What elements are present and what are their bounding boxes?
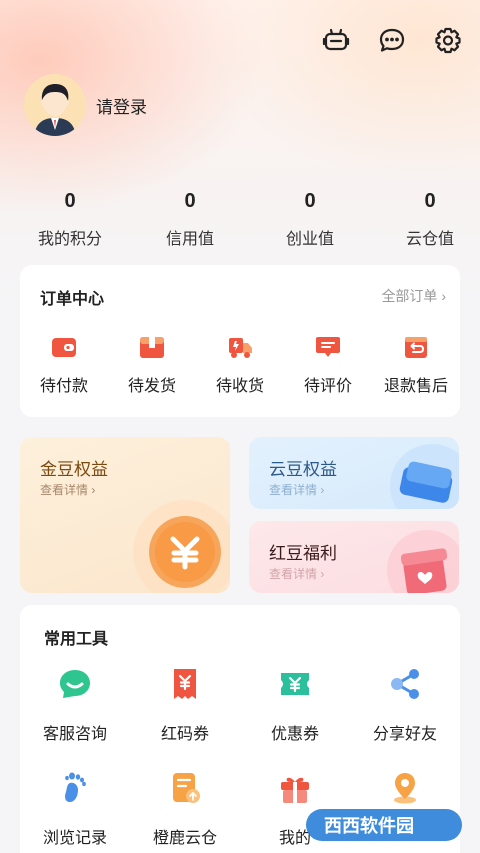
tool-browse-history[interactable]: 浏览记录 [20,771,130,853]
customer-service-icon [60,670,90,698]
order-item-label: 待付款 [39,378,88,395]
tool-label: 客服咨询 [42,726,107,743]
cloud-warehouse-icon [173,773,200,803]
detail-label: 查看详情 [269,483,318,497]
order-center-card: 订单中心 全部订单 › 待付款 待发货 待收货 待评价 退款售后 [20,265,460,417]
gold-bean-detail-link[interactable]: 查看详情 › [40,481,95,498]
tool-red-coupon[interactable]: 红码券 [130,667,240,771]
tool-label: 优惠券 [270,726,319,743]
gold-coin-icon [133,500,230,593]
order-item-label: 待评价 [303,378,352,395]
footprint-icon [65,772,86,802]
stat-value: 0 [64,190,76,212]
stat-label: 信用值 [165,231,214,248]
order-pending-payment[interactable]: 待付款 [20,335,108,396]
stat-label: 我的积分 [37,231,102,248]
cloud-bean-title: 云豆权益 [269,460,337,479]
share-icon [391,669,419,699]
order-refund[interactable]: 退款售后 [372,335,460,396]
stat-value: 0 [424,190,436,212]
chevron-right-icon: › [441,288,446,304]
tool-label: 红码券 [160,726,209,743]
stat-label: 创业值 [285,231,334,248]
red-coupon-icon [174,669,196,699]
stat-startup[interactable]: 0 创业值 [260,190,360,249]
order-pending-receipt[interactable]: 待收货 [196,335,284,396]
stats-row: 0 我的积分 0 信用值 0 创业值 0 云仓值 [0,190,480,249]
profile-section[interactable]: 请登录 [24,74,147,136]
order-center-title: 订单中心 [40,291,105,308]
tool-label: 分享好友 [372,726,437,743]
stat-credit[interactable]: 0 信用值 [140,190,240,249]
wallet-card-icon [390,444,459,509]
red-bean-detail-link[interactable]: 查看详情 › [269,565,324,582]
tool-customer-service[interactable]: 客服咨询 [20,667,130,771]
gift-box-icon [387,530,459,593]
order-item-label: 待发货 [127,378,176,395]
common-tools-title: 常用工具 [44,631,109,648]
package-icon [140,337,164,358]
refund-icon [405,337,427,358]
stat-value: 0 [184,190,196,212]
stat-cloud-warehouse[interactable]: 0 云仓值 [380,190,480,249]
watermark: 西西软件园 [304,805,464,845]
comment-icon [316,337,340,357]
stat-label: 云仓值 [405,231,454,248]
watermark-text: 西西软件园 [324,815,414,836]
gold-bean-title: 金豆权益 [40,460,108,479]
tool-label: 橙鹿云仓 [152,830,217,847]
order-pending-review[interactable]: 待评价 [284,335,372,396]
stat-points[interactable]: 0 我的积分 [20,190,120,249]
truck-icon [229,338,252,358]
location-icon [394,773,416,804]
login-link[interactable]: 请登录 [96,93,147,118]
all-orders-label: 全部订单 [381,288,438,304]
tool-label: 浏览记录 [42,830,107,847]
red-bean-card[interactable]: 红豆福利 查看详情 › [249,521,459,593]
chevron-right-icon: › [317,483,325,497]
detail-label: 查看详情 [269,567,318,581]
top-toolbar [320,24,464,56]
settings-icon[interactable] [432,24,464,56]
watermark-logo: 西西软件园 [306,809,462,841]
avatar[interactable] [24,74,86,136]
cloud-bean-card[interactable]: 云豆权益 查看详情 › [249,437,459,509]
gold-bean-card[interactable]: 金豆权益 查看详情 › [20,437,230,593]
all-orders-link[interactable]: 全部订单 › [381,286,446,306]
order-item-label: 待收货 [215,378,264,395]
chevron-right-icon: › [317,567,325,581]
red-bean-title: 红豆福利 [269,544,337,563]
tool-coupon[interactable]: 优惠券 [240,667,350,771]
gift-icon [281,777,309,803]
chevron-right-icon: › [88,483,96,497]
detail-label: 查看详情 [40,483,89,497]
cloud-bean-detail-link[interactable]: 查看详情 › [269,481,324,498]
wallet-icon [52,338,76,357]
order-pending-shipment[interactable]: 待发货 [108,335,196,396]
tool-share[interactable]: 分享好友 [350,667,460,771]
stat-value: 0 [304,190,316,212]
order-item-label: 退款售后 [383,378,448,395]
message-icon[interactable] [376,24,408,56]
tool-cloud-warehouse[interactable]: 橙鹿云仓 [130,771,240,853]
robot-icon[interactable] [320,24,352,56]
coupon-icon [281,673,309,695]
